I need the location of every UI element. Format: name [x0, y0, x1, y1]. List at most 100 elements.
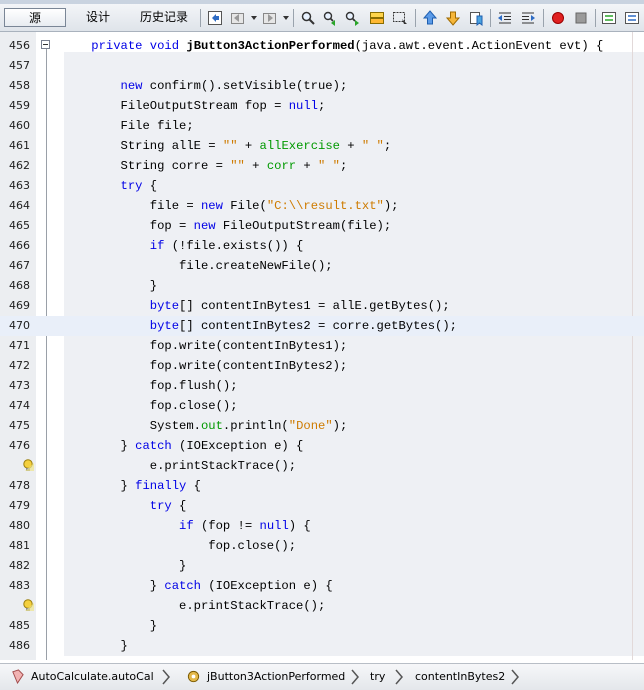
- start-macro-icon[interactable]: [550, 10, 566, 26]
- code-text[interactable]: fop.write(contentInBytes1);: [62, 336, 347, 356]
- back-icon[interactable]: [230, 10, 246, 26]
- code-line[interactable]: 458 new confirm().setVisible(true);: [0, 76, 644, 96]
- breadcrumb-class[interactable]: AutoCalculate.autoCal: [31, 670, 154, 684]
- breadcrumb-method[interactable]: jButton3ActionPerformed: [207, 670, 345, 684]
- code-text[interactable]: }: [62, 656, 98, 660]
- line-number: 467: [9, 259, 30, 272]
- breadcrumb-block[interactable]: try: [370, 670, 385, 684]
- code-line[interactable]: 461 String allE = "" + allExercise + " "…: [0, 136, 644, 156]
- code-text[interactable]: String corre = "" + corr + " ";: [62, 156, 348, 176]
- code-text[interactable]: e.printStackTrace();: [62, 456, 296, 476]
- code-text[interactable]: new confirm().setVisible(true);: [62, 76, 348, 96]
- code-line[interactable]: 484 e.printStackTrace();: [0, 596, 644, 616]
- code-line[interactable]: 459 FileOutputStream fop = null;: [0, 96, 644, 116]
- code-line[interactable]: 486 }: [0, 636, 644, 656]
- code-text[interactable]: String allE = "" + allExercise + " ";: [62, 136, 392, 156]
- code-line[interactable]: 457: [0, 56, 644, 76]
- toggle-highlight-icon[interactable]: [369, 10, 385, 26]
- code-text[interactable]: } catch (IOException e) {: [62, 576, 333, 596]
- code-text[interactable]: try {: [62, 496, 187, 516]
- code-line[interactable]: 473 fop.flush();: [0, 376, 644, 396]
- code-line[interactable]: 482 }: [0, 556, 644, 576]
- code-line[interactable]: 487 }: [0, 656, 644, 660]
- code-text[interactable]: e.printStackTrace();: [62, 596, 325, 616]
- code-line[interactable]: 464 file = new File("C:\\result.txt");: [0, 196, 644, 216]
- code-text[interactable]: try {: [62, 176, 158, 196]
- breadcrumb-variable[interactable]: contentInBytes2: [415, 670, 505, 684]
- code-text[interactable]: fop.flush();: [62, 376, 238, 396]
- code-text[interactable]: file.createNewFile();: [62, 256, 333, 276]
- code-text[interactable]: fop.close();: [62, 396, 238, 416]
- code-line[interactable]: 483 } catch (IOException e) {: [0, 576, 644, 596]
- find-previous-icon[interactable]: [322, 10, 338, 26]
- code-text[interactable]: } catch (IOException e) {: [62, 436, 304, 456]
- code-line[interactable]: 466 if (!file.exists()) {: [0, 236, 644, 256]
- chevron-right-icon: [351, 669, 359, 685]
- line-number: 472: [9, 359, 30, 372]
- next-bookmark-icon[interactable]: [445, 10, 461, 26]
- code-text[interactable]: byte[] contentInBytes2 = corre.getBytes(…: [62, 316, 457, 336]
- hint-bulb-icon[interactable]: [22, 459, 34, 472]
- code-line[interactable]: 467 file.createNewFile();: [0, 256, 644, 276]
- code-text[interactable]: System.out.println("Done");: [62, 416, 348, 436]
- code-text[interactable]: FileOutputStream fop = null;: [62, 96, 326, 116]
- find-selection-icon[interactable]: [300, 10, 316, 26]
- toggle-bookmark-icon[interactable]: [468, 10, 484, 26]
- code-text[interactable]: }: [62, 616, 157, 636]
- code-text[interactable]: fop.write(contentInBytes2);: [62, 356, 347, 376]
- code-line[interactable]: 468 }: [0, 276, 644, 296]
- code-line[interactable]: 478 } finally {: [0, 476, 644, 496]
- chevron-right-icon: [395, 669, 403, 685]
- line-number: 460: [9, 119, 30, 132]
- code-line[interactable]: 474 fop.close();: [0, 396, 644, 416]
- code-line[interactable]: 475 System.out.println("Done");: [0, 416, 644, 436]
- code-line[interactable]: 463 try {: [0, 176, 644, 196]
- find-next-icon[interactable]: [344, 10, 360, 26]
- shift-right-icon[interactable]: [520, 10, 536, 26]
- code-line[interactable]: 456 private void jButton3ActionPerformed…: [0, 36, 644, 56]
- code-line[interactable]: 480 if (fop != null) {: [0, 516, 644, 536]
- code-text[interactable]: if (fop != null) {: [62, 516, 311, 536]
- code-line[interactable]: 477 e.printStackTrace();: [0, 456, 644, 476]
- uncomment-icon[interactable]: [624, 10, 640, 26]
- hint-bulb-icon[interactable]: [22, 599, 34, 612]
- code-line[interactable]: 470 byte[] contentInBytes2 = corre.getBy…: [0, 316, 644, 336]
- tab-history[interactable]: 历史记录: [136, 8, 192, 27]
- code-text[interactable]: }: [62, 636, 128, 656]
- code-text[interactable]: file = new File("C:\\result.txt");: [62, 196, 399, 216]
- line-number: 479: [9, 499, 30, 512]
- code-line[interactable]: 460 File file;: [0, 116, 644, 136]
- shift-left-icon[interactable]: [497, 10, 513, 26]
- code-text[interactable]: fop.close();: [62, 536, 296, 556]
- method-icon: [187, 670, 200, 683]
- forward-dropdown-icon[interactable]: [283, 16, 289, 20]
- code-text[interactable]: private void jButton3ActionPerformed(jav…: [62, 36, 603, 56]
- stop-macro-icon[interactable]: [573, 10, 589, 26]
- code-line[interactable]: 479 try {: [0, 496, 644, 516]
- code-line[interactable]: 465 fop = new FileOutputStream(file);: [0, 216, 644, 236]
- code-line[interactable]: 469 byte[] contentInBytes1 = allE.getByt…: [0, 296, 644, 316]
- code-line[interactable]: 476 } catch (IOException e) {: [0, 436, 644, 456]
- toggle-rect-select-icon[interactable]: [392, 10, 408, 26]
- code-text[interactable]: } finally {: [62, 476, 201, 496]
- code-text[interactable]: byte[] contentInBytes1 = allE.getBytes()…: [62, 296, 450, 316]
- last-edit-icon[interactable]: [207, 10, 223, 26]
- code-editor[interactable]: 456 private void jButton3ActionPerformed…: [0, 32, 644, 660]
- code-text[interactable]: File file;: [62, 116, 194, 136]
- tab-source[interactable]: 源: [4, 8, 66, 27]
- line-number: 470: [9, 319, 30, 332]
- forward-icon[interactable]: [262, 10, 278, 26]
- code-line[interactable]: 472 fop.write(contentInBytes2);: [0, 356, 644, 376]
- code-line[interactable]: 485 }: [0, 616, 644, 636]
- tab-design[interactable]: 设计: [82, 8, 114, 27]
- code-line[interactable]: 481 fop.close();: [0, 536, 644, 556]
- back-dropdown-icon[interactable]: [251, 16, 257, 20]
- code-text[interactable]: fop = new FileOutputStream(file);: [62, 216, 391, 236]
- code-text[interactable]: if (!file.exists()) {: [62, 236, 304, 256]
- comment-icon[interactable]: [601, 10, 617, 26]
- code-line[interactable]: 471 fop.write(contentInBytes1);: [0, 336, 644, 356]
- code-line[interactable]: 462 String corre = "" + corr + " ";: [0, 156, 644, 176]
- code-text[interactable]: }: [62, 276, 157, 296]
- code-text[interactable]: }: [62, 556, 186, 576]
- previous-bookmark-icon[interactable]: [422, 10, 438, 26]
